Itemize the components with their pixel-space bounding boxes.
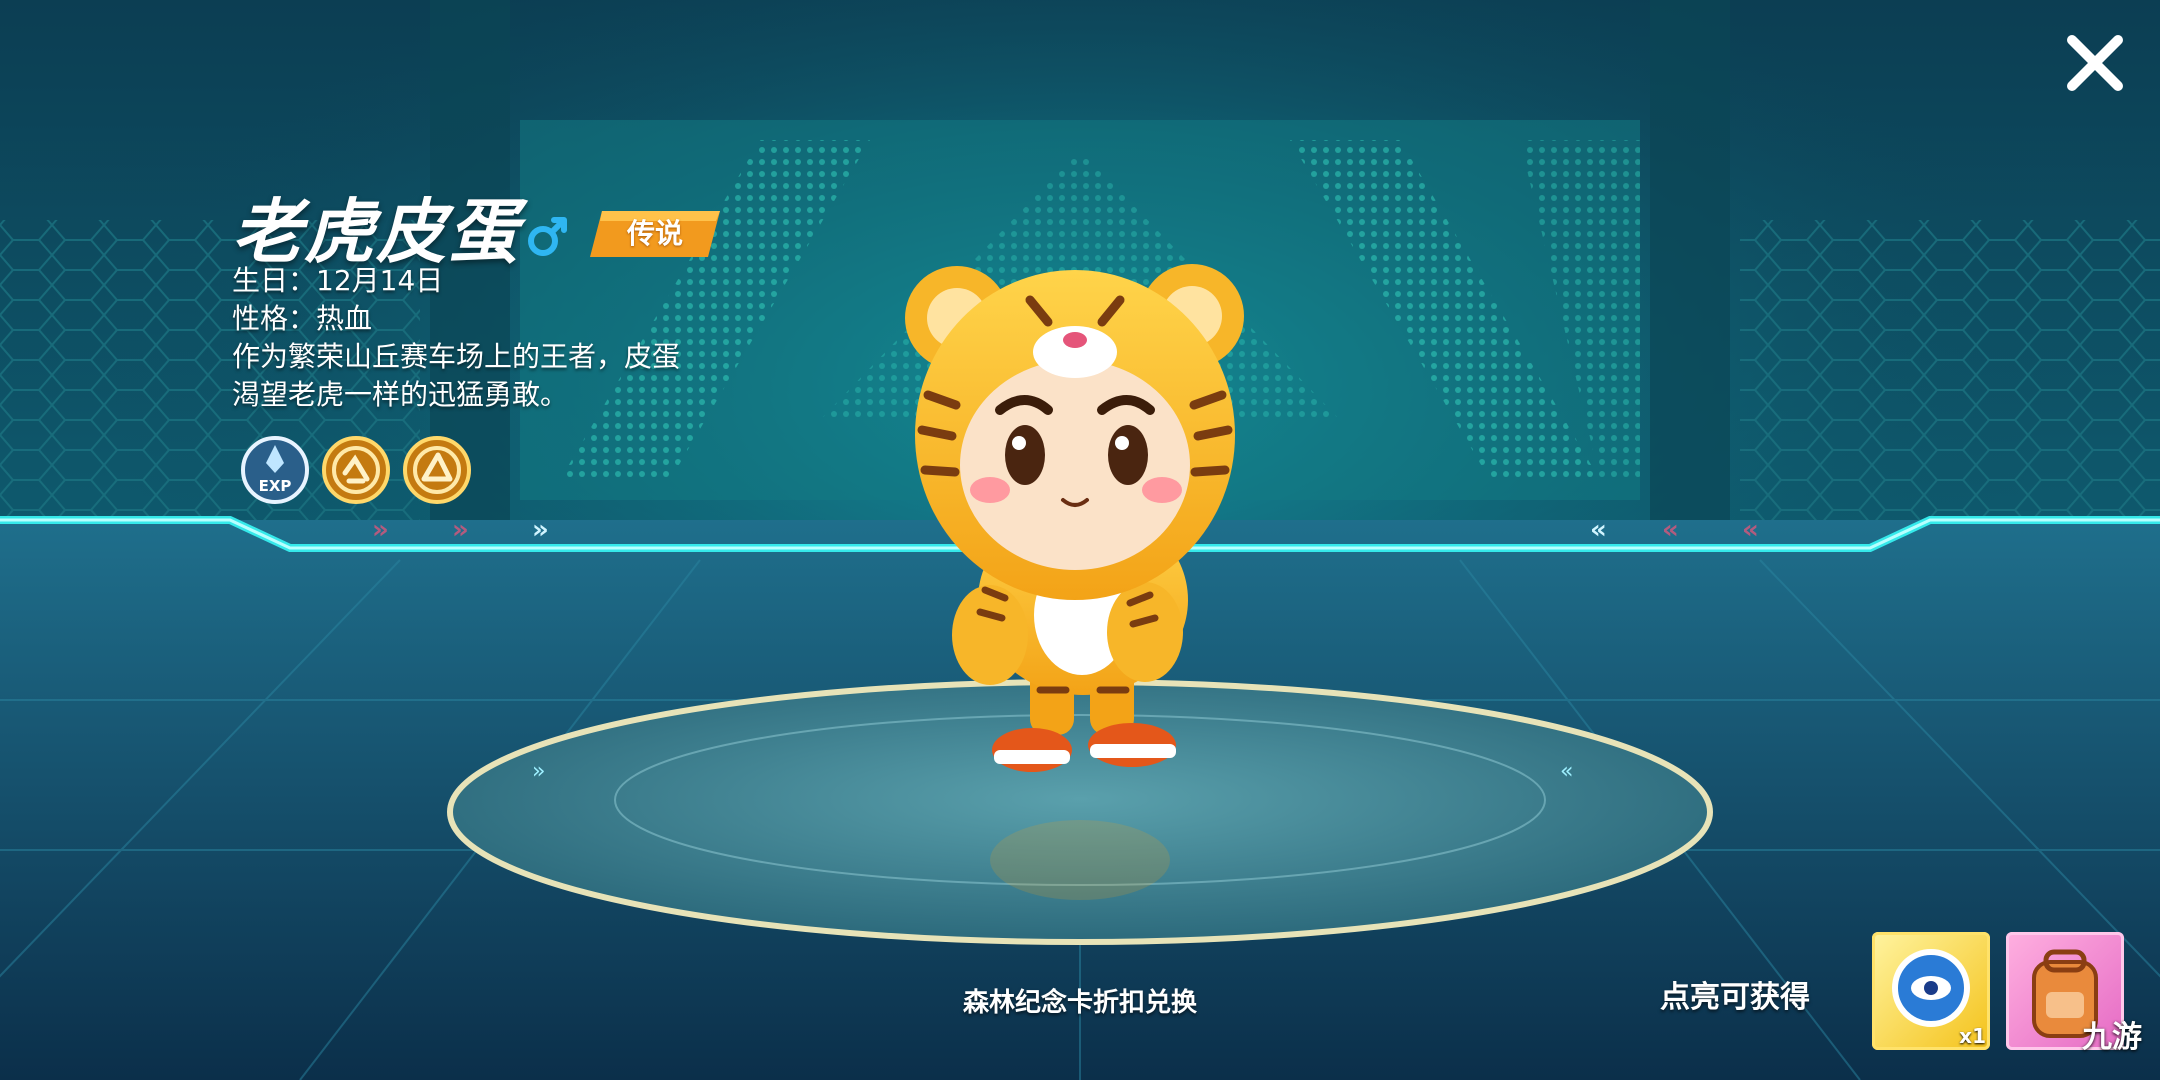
garage-background-scene: » » « « » « » « [0,0,2160,1080]
close-icon[interactable] [2062,30,2128,96]
character-info: 生日：12月14日 性格：热血 作为繁荣山丘赛车场上的王者，皮蛋 渴望老虎一样的… [232,262,772,414]
svg-text:»: » [372,515,389,545]
rarity-label: 传说 [626,216,683,250]
exp-boost-icon[interactable]: EXP [240,435,310,505]
rarity-badge: 传说 [590,210,720,257]
birthday-text: 生日：12月14日 [232,264,444,297]
svg-text:«: « [1662,515,1679,545]
svg-text:»: » [532,515,549,545]
svg-text:»: » [532,759,545,784]
skill-icon-row: EXP [240,435,472,505]
personality-text: 性格：热血 [232,302,373,335]
gold-skill-icon-2[interactable] [402,435,472,505]
reward-count: x1 [1959,1024,1986,1048]
svg-text:EXP: EXP [259,477,292,495]
exchange-link[interactable]: 森林纪念卡折扣兑换 [880,982,1280,1019]
description-line-2: 渴望老虎一样的迅猛勇敢。 [232,378,569,411]
reward-item-avatar-frame[interactable]: x1 [1872,932,1990,1050]
svg-text:»: » [452,515,469,545]
svg-text:«: « [1590,515,1607,545]
svg-text:«: « [1560,759,1573,784]
gold-skill-icon-1[interactable] [321,435,391,505]
description-line-1: 作为繁荣山丘赛车场上的王者，皮蛋 [232,340,681,373]
male-symbol-icon [528,216,567,256]
svg-text:«: « [1742,515,1759,545]
jiuyou-watermark: 九游 [2082,1020,2142,1055]
unlock-reward-label: 点亮可获得 [1660,980,1810,1015]
